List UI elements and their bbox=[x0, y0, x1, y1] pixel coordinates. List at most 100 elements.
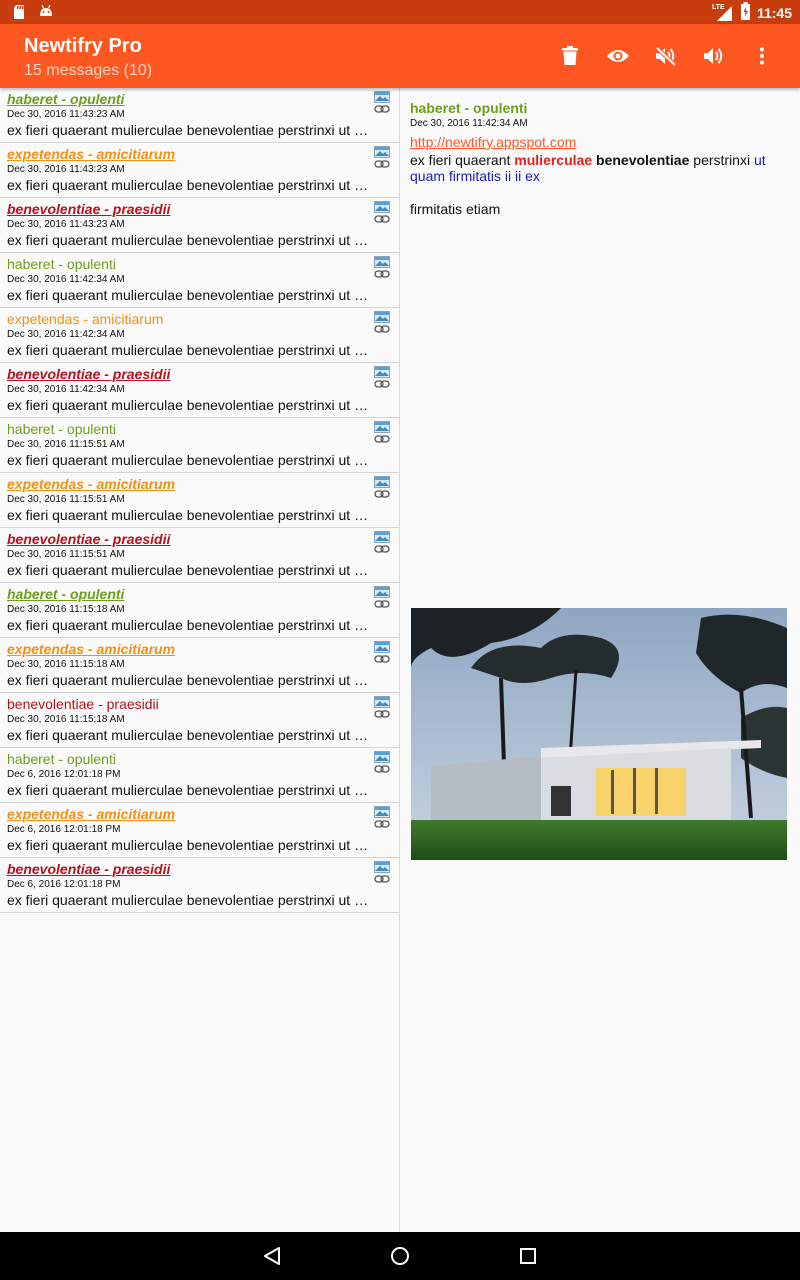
message-attachment-icons bbox=[374, 641, 390, 664]
sound-button[interactable] bbox=[690, 44, 738, 68]
message-list: haberet - opulenti Dec 30, 2016 11:43:23 … bbox=[0, 88, 400, 1232]
message-row[interactable]: expetendas - amicitiarum Dec 6, 2016 12:0… bbox=[0, 803, 399, 858]
link-icon bbox=[374, 655, 390, 663]
message-attachment-icons bbox=[374, 751, 390, 774]
message-attachment-icons bbox=[374, 586, 390, 609]
message-title: expetendas - amicitiarum bbox=[7, 146, 176, 162]
detail-extra-text: firmitatis etiam bbox=[410, 201, 501, 217]
message-date: Dec 30, 2016 11:15:18 AM bbox=[7, 604, 125, 615]
message-row[interactable]: haberet - opulenti Dec 30, 2016 11:42:34 … bbox=[0, 253, 399, 308]
message-preview: ex fieri quaerant mulierculae benevolent… bbox=[7, 617, 369, 633]
overflow-menu-button[interactable] bbox=[738, 44, 786, 68]
message-attachment-icons bbox=[374, 806, 390, 829]
message-date: Dec 30, 2016 11:15:51 AM bbox=[7, 549, 125, 560]
message-title: expetendas - amicitiarum bbox=[7, 311, 164, 327]
message-row[interactable]: haberet - opulenti Dec 30, 2016 11:43:23 … bbox=[0, 88, 399, 143]
image-icon bbox=[374, 91, 390, 103]
message-title: haberet - opulenti bbox=[7, 421, 116, 437]
message-row[interactable]: benevolentiae - praesidii Dec 30, 2016 11… bbox=[0, 363, 399, 418]
eye-icon bbox=[607, 50, 629, 62]
message-attachment-icons bbox=[374, 696, 390, 719]
message-title: haberet - opulenti bbox=[7, 586, 125, 602]
message-date: Dec 30, 2016 11:43:23 AM bbox=[7, 219, 125, 230]
message-row[interactable]: benevolentiae - praesidii Dec 6, 2016 12:… bbox=[0, 858, 399, 913]
link-icon bbox=[374, 380, 390, 388]
image-icon bbox=[374, 476, 390, 488]
message-row[interactable]: expetendas - amicitiarum Dec 30, 2016 11:… bbox=[0, 308, 399, 363]
message-preview: ex fieri quaerant mulierculae benevolent… bbox=[7, 287, 369, 303]
message-preview: ex fieri quaerant mulierculae benevolent… bbox=[7, 562, 369, 578]
message-row[interactable]: benevolentiae - praesidii Dec 30, 2016 11… bbox=[0, 198, 399, 253]
message-date: Dec 30, 2016 11:15:18 AM bbox=[7, 659, 125, 670]
image-icon bbox=[374, 421, 390, 433]
recents-icon bbox=[520, 1248, 536, 1264]
detail-title: haberet - opulenti bbox=[410, 100, 528, 116]
detail-image[interactable] bbox=[411, 608, 787, 860]
link-icon bbox=[374, 325, 390, 333]
message-count: 15 messages (10) bbox=[24, 62, 153, 79]
image-icon bbox=[374, 201, 390, 213]
message-row[interactable]: expetendas - amicitiarum Dec 30, 2016 11:… bbox=[0, 473, 399, 528]
message-row[interactable]: expetendas - amicitiarum Dec 30, 2016 11:… bbox=[0, 143, 399, 198]
message-attachment-icons bbox=[374, 531, 390, 554]
message-attachment-icons bbox=[374, 311, 390, 334]
image-icon bbox=[374, 751, 390, 763]
message-date: Dec 30, 2016 11:15:51 AM bbox=[7, 494, 125, 505]
image-icon bbox=[374, 311, 390, 323]
link-icon bbox=[374, 765, 390, 773]
message-row[interactable]: haberet - opulenti Dec 30, 2016 11:15:18 … bbox=[0, 583, 399, 638]
mark-read-button[interactable] bbox=[594, 44, 642, 68]
toolbar-actions bbox=[546, 44, 786, 68]
message-date: Dec 6, 2016 12:01:18 PM bbox=[7, 824, 121, 835]
message-date: Dec 30, 2016 11:42:34 AM bbox=[7, 274, 125, 285]
message-title: haberet - opulenti bbox=[7, 751, 116, 767]
recents-button[interactable] bbox=[508, 1240, 548, 1272]
message-title: haberet - opulenti bbox=[7, 256, 116, 272]
message-row[interactable]: haberet - opulenti Dec 6, 2016 12:01:18 P… bbox=[0, 748, 399, 803]
link-icon bbox=[374, 270, 390, 278]
message-row[interactable]: haberet - opulenti Dec 30, 2016 11:15:51 … bbox=[0, 418, 399, 473]
message-preview: ex fieri quaerant mulierculae benevolent… bbox=[7, 177, 369, 193]
message-preview: ex fieri quaerant mulierculae benevolent… bbox=[7, 672, 369, 688]
link-icon bbox=[374, 435, 390, 443]
message-date: Dec 30, 2016 11:42:34 AM bbox=[7, 329, 125, 340]
home-button[interactable] bbox=[380, 1240, 420, 1272]
link-icon bbox=[374, 490, 390, 498]
message-preview: ex fieri quaerant mulierculae benevolent… bbox=[7, 342, 369, 358]
message-row[interactable]: expetendas - amicitiarum Dec 30, 2016 11:… bbox=[0, 638, 399, 693]
message-title: expetendas - amicitiarum bbox=[7, 641, 176, 657]
message-attachment-icons bbox=[374, 91, 390, 114]
image-icon bbox=[374, 531, 390, 543]
message-title: haberet - opulenti bbox=[7, 91, 125, 107]
delete-icon bbox=[562, 46, 578, 65]
delete-button[interactable] bbox=[546, 44, 594, 68]
image-icon bbox=[374, 861, 390, 873]
message-date: Dec 30, 2016 11:15:51 AM bbox=[7, 439, 125, 450]
link-icon bbox=[374, 875, 390, 883]
message-date: Dec 6, 2016 12:01:18 PM bbox=[7, 879, 121, 890]
mute-button[interactable] bbox=[642, 44, 690, 68]
volume-up-icon bbox=[704, 48, 723, 64]
battery-icon bbox=[740, 2, 751, 23]
message-preview: ex fieri quaerant mulierculae benevolent… bbox=[7, 397, 369, 413]
message-preview: ex fieri quaerant mulierculae benevolent… bbox=[7, 507, 369, 523]
link-icon bbox=[374, 215, 390, 223]
network-type-label: LTE bbox=[711, 3, 725, 11]
message-attachment-icons bbox=[374, 476, 390, 499]
message-row[interactable]: benevolentiae - praesidii Dec 30, 2016 11… bbox=[0, 693, 399, 748]
image-icon bbox=[374, 641, 390, 653]
detail-link[interactable]: http://newtifry.appspot.com bbox=[410, 134, 576, 150]
message-title: benevolentiae - praesidii bbox=[7, 201, 171, 217]
image-icon bbox=[374, 806, 390, 818]
body-text: ex fieri quaerant bbox=[410, 152, 515, 168]
message-title: benevolentiae - praesidii bbox=[7, 531, 171, 547]
message-preview: ex fieri quaerant mulierculae benevolent… bbox=[7, 452, 369, 468]
link-icon bbox=[374, 545, 390, 553]
message-row[interactable]: benevolentiae - praesidii Dec 30, 2016 11… bbox=[0, 528, 399, 583]
message-preview: ex fieri quaerant mulierculae benevolent… bbox=[7, 232, 369, 248]
message-attachment-icons bbox=[374, 146, 390, 169]
message-attachment-icons bbox=[374, 861, 390, 884]
message-date: Dec 30, 2016 11:43:23 AM bbox=[7, 164, 125, 175]
link-icon bbox=[374, 600, 390, 608]
back-button[interactable] bbox=[252, 1240, 292, 1272]
